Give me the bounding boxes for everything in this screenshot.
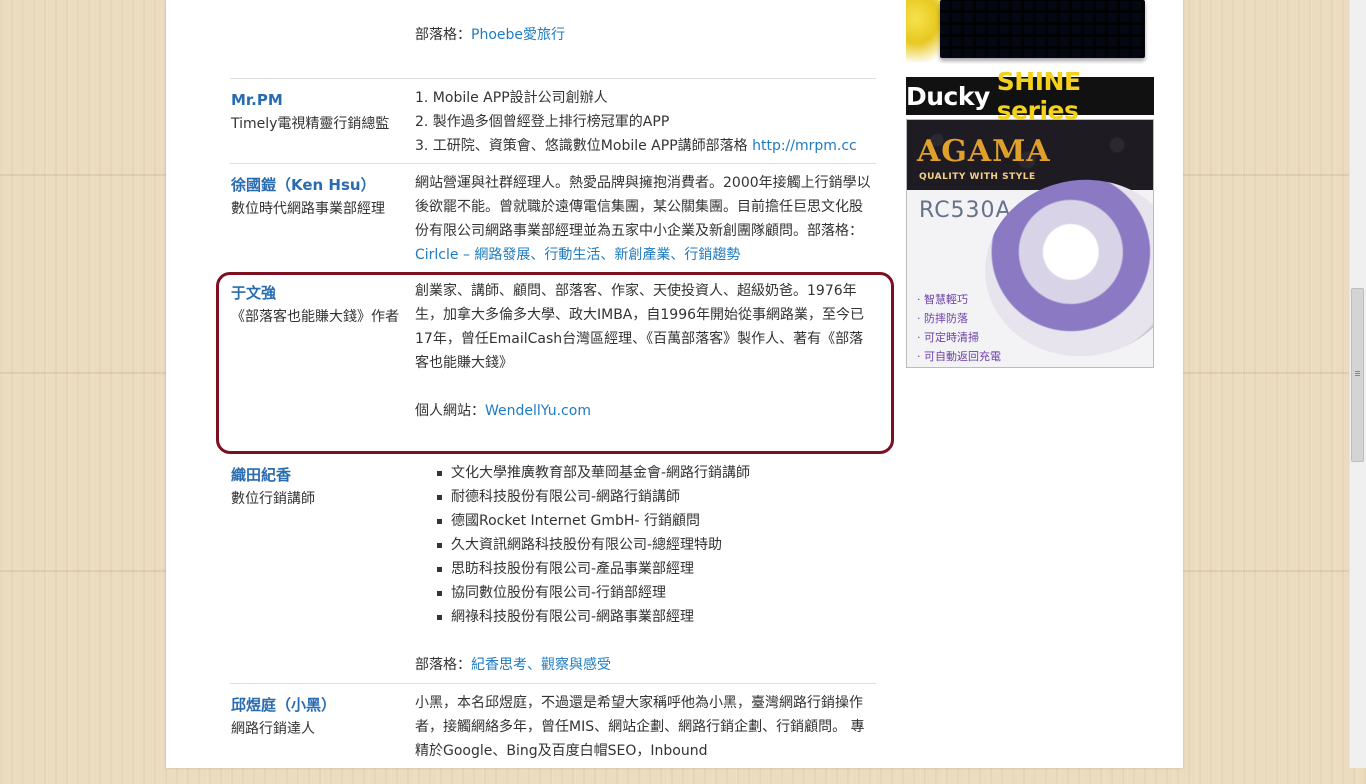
agama-tagline: QUALITY WITH STYLE: [919, 172, 1036, 182]
list-item: 耐德科技股份有限公司-網路行銷講師: [415, 485, 876, 509]
speaker-description: 文化大學推廣教育部及華岡基金會-網路行銷講師 耐德科技股份有限公司-網路行銷講師…: [415, 461, 876, 677]
feature-text: · 防摔防落: [917, 312, 968, 325]
description-text: 小黑，本名邱煜庭，不過還是希望大家稱呼他為小黑，臺灣網路行銷操作者，接觸網絡多年…: [415, 695, 865, 759]
blog-link[interactable]: Cirlcle – 網路發展、行動生活、新創產業、行銷趨勢: [415, 247, 740, 263]
scrollbar-thumb[interactable]: [1351, 288, 1364, 462]
ad-header: AGAMA QUALITY WITH STYLE: [907, 120, 1153, 190]
description-text: 3. 工研院、資策會、悠識數位Mobile APP講師部落格: [415, 138, 753, 154]
ducky-shine-ad-banner[interactable]: Ducky SHINE series: [906, 67, 1154, 125]
speaker-name[interactable]: Mr.PM: [231, 88, 403, 112]
list-item: 久大資訊網路科技股份有限公司-總經理特助: [415, 533, 876, 557]
experience-list: 文化大學推廣教育部及華岡基金會-網路行銷講師 耐德科技股份有限公司-網路行銷講師…: [415, 461, 876, 629]
speaker-row: 徐國鎧（Ken Hsu） 數位時代網路事業部經理 網站營運與社群經理人。熱愛品牌…: [230, 163, 876, 273]
grip-icon: [1355, 371, 1360, 372]
speaker-title: 數位時代網路事業部經理: [231, 201, 385, 217]
blog-link[interactable]: 紀香思考、觀察與感受: [471, 657, 611, 673]
speaker-description: 1. Mobile APP設計公司創辦人 2. 製作過多個曾經登上排行榜冠軍的A…: [415, 86, 876, 158]
feature-text: · 可自動返回充電: [917, 350, 1001, 363]
blog-label: 部落格：: [415, 657, 471, 673]
ad-series-text: SHINE series: [996, 67, 1081, 125]
blog-line: 部落格：紀香思考、觀察與感受: [415, 653, 876, 677]
speaker-row: 織田紀香 數位行銷講師 文化大學推廣教育部及華岡基金會-網路行銷講師 耐德科技股…: [230, 454, 876, 683]
feature-text: · 可定時清掃: [917, 331, 979, 344]
list-item: 協同數位股份有限公司-行銷部經理: [415, 581, 876, 605]
speaker-row: 部落格：Phoebe愛旅行: [230, 0, 876, 78]
keyboard-image: [940, 0, 1145, 58]
speaker-name[interactable]: 織田紀香: [231, 463, 403, 487]
speaker-row: 邱煜庭（小黑） 網路行銷達人 小黑，本名邱煜庭，不過還是希望大家稱呼他為小黑，臺…: [230, 683, 876, 784]
agama-ad-banner[interactable]: AGAMA QUALITY WITH STYLE RC530A · 智慧輕巧 ·…: [906, 119, 1154, 368]
list-item: 網祿科技股份有限公司-網路事業部經理: [415, 605, 876, 629]
list-item: 德國Rocket Internet GmbH- 行銷顧問: [415, 509, 876, 533]
speaker-name[interactable]: 邱煜庭（小黑）: [231, 693, 403, 717]
blog-link[interactable]: Phoebe愛旅行: [471, 27, 565, 43]
description-line: 2. 製作過多個曾經登上排行榜冠軍的APP: [415, 114, 670, 130]
speaker-title: 數位行銷講師: [231, 491, 315, 507]
description-line: 3. 工研院、資策會、悠識數位Mobile APP講師部落格 http://mr…: [415, 134, 876, 158]
product-model: RC530A: [919, 198, 1012, 223]
feature-text: · 智慧輕巧: [917, 293, 968, 306]
keyboard-ad-banner[interactable]: [906, 0, 1154, 64]
speaker-row: Mr.PM Timely電視精靈行銷總監 1. Mobile APP設計公司創辦…: [230, 78, 876, 164]
speaker-name[interactable]: 徐國鎧（Ken Hsu）: [231, 173, 403, 197]
list-item: 思眆科技股份有限公司-產品事業部經理: [415, 557, 876, 581]
speaker-title: Timely電視精靈行銷總監: [231, 116, 390, 132]
blog-label: 部落格：: [415, 27, 471, 43]
description-text: 網站營運與社群經理人。熱愛品牌與擁抱消費者。2000年接觸上行銷學以後欲罷不能。…: [415, 175, 871, 239]
highlight-annotation: [216, 272, 894, 454]
speaker-description: 小黑，本名邱煜庭，不過還是希望大家稱呼他為小黑，臺灣網路行銷操作者，接觸網絡多年…: [415, 691, 876, 763]
description-line: 1. Mobile APP設計公司創辦人: [415, 90, 608, 106]
speaker-description: 網站營運與社群經理人。熱愛品牌與擁抱消費者。2000年接觸上行銷學以後欲罷不能。…: [415, 171, 876, 267]
speaker-title: 網路行銷達人: [231, 721, 315, 737]
agama-logo: AGAMA: [917, 134, 1051, 169]
list-item: 文化大學推廣教育部及華岡基金會-網路行銷講師: [415, 461, 876, 485]
ad-brand-text: Ducky: [906, 81, 990, 111]
blog-link[interactable]: http://mrpm.cc: [752, 138, 857, 154]
